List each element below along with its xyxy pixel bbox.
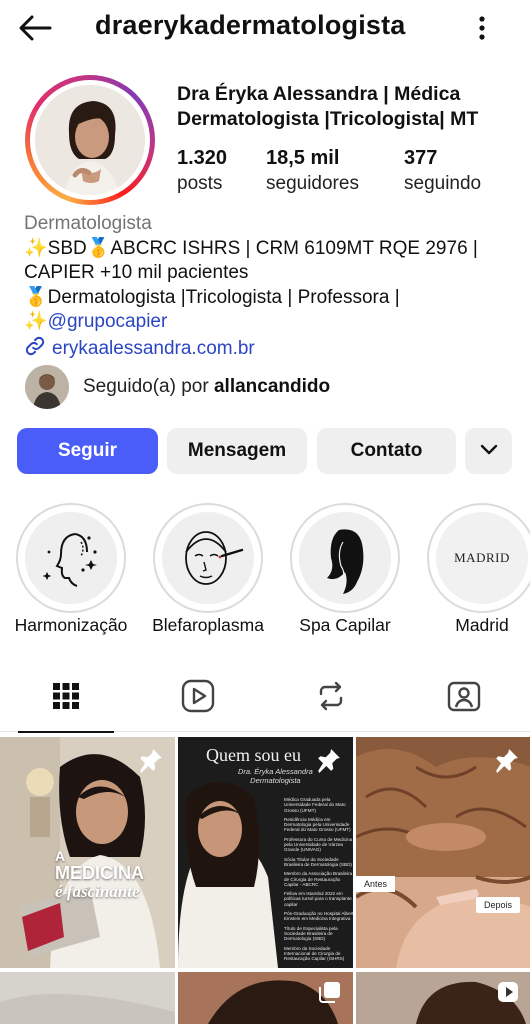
- post-title: Quem sou eu: [206, 745, 301, 765]
- spa-capilar-cover-icon: [299, 512, 391, 604]
- blefaroplasma-cover-icon: [162, 512, 254, 604]
- post-overlay-text: A MEDICINA é fascinante: [55, 849, 165, 901]
- tab-tagged[interactable]: [398, 664, 530, 732]
- stat-following-value: 377: [404, 147, 438, 169]
- highlight-label: Madrid: [455, 615, 509, 635]
- stat-followers[interactable]: 18,5 mil seguidores: [266, 146, 359, 198]
- tagged-person-icon: [447, 679, 481, 718]
- post-subtitle-line2: Dermatologista: [250, 776, 301, 785]
- list-item: Membro da Sociedade Internacional de Cir…: [284, 945, 345, 962]
- post-thumbnail[interactable]: [178, 972, 353, 1024]
- post-thumbnail[interactable]: [356, 972, 530, 1024]
- profile-full-name: Dra Éryka Alessandra | Médica Dermatolog…: [177, 82, 522, 132]
- list-item: Residência Médica em Dermatologia pela U…: [284, 816, 351, 833]
- message-button[interactable]: Mensagem: [167, 428, 307, 474]
- sparkle-emoji: ✨: [24, 311, 48, 332]
- reel-icon: [496, 980, 520, 1009]
- profile-avatar-story-ring[interactable]: [25, 75, 155, 205]
- profile-bio: Dermatologista ✨SBD🥇ABCRC ISHRS | CRM 61…: [24, 212, 519, 364]
- highlight-label: Blefaroplasma: [152, 615, 264, 635]
- harmonizacao-cover-icon: [25, 512, 117, 604]
- tab-reels[interactable]: [132, 664, 264, 732]
- stat-followers-value: 18,5 mil: [266, 147, 340, 169]
- full-name-line1: Dra Éryka Alessandra | Médica: [177, 83, 461, 105]
- highlight-harmonizacao[interactable]: Harmonização: [15, 503, 127, 635]
- list-item: Fellow em Istambul 2022 em políticas tur…: [284, 891, 352, 907]
- pin-icon: [494, 747, 520, 778]
- followed-by-name: allancandido: [213, 376, 331, 397]
- follow-button[interactable]: Seguir: [17, 428, 158, 474]
- top-bar: draerykadermatologista: [0, 0, 530, 58]
- post-subtitle-line1: Dra. Éryka Alessandra: [238, 767, 313, 776]
- carousel-icon: [318, 980, 342, 1009]
- chevron-down-icon: [480, 440, 498, 462]
- link-icon: [24, 335, 46, 365]
- post-subtitle: Dra. Éryka Alessandra Dermatologista: [238, 767, 313, 785]
- grid-icon: [52, 682, 80, 715]
- profile-tabs: [0, 664, 530, 733]
- highlight-madrid[interactable]: MADRID Madrid: [427, 503, 530, 635]
- bio-line-2: CAPIER +10 mil pacientes: [24, 262, 249, 283]
- bio-line-3: 🥇Dermatologista |Tricologista | Professo…: [24, 286, 400, 308]
- post-thumbnail[interactable]: Antes Depois: [356, 737, 530, 968]
- followed-by-prefix: Seguido(a) por: [83, 376, 214, 397]
- post-thumbnail[interactable]: A MEDICINA é fascinante: [0, 737, 175, 968]
- mention-link[interactable]: @grupocapier: [48, 311, 168, 332]
- stat-posts[interactable]: 1.320 posts: [177, 146, 227, 198]
- overlay-line-2: MEDICINA: [55, 863, 144, 883]
- bio-line-1: ✨SBD🥇ABCRC ISHRS | CRM 6109MT RQE 2976 |: [24, 237, 478, 259]
- highlight-blefaroplasma[interactable]: Blefaroplasma: [152, 503, 264, 635]
- tab-reposts[interactable]: [265, 664, 397, 732]
- list-item: Pós-Graduação no Hospital Albert Einstei…: [284, 911, 353, 922]
- profile-username: draerykadermatologista: [95, 10, 406, 40]
- pin-icon: [138, 747, 164, 778]
- overlay-line-1: A: [55, 848, 66, 864]
- highlight-label: Harmonização: [14, 615, 128, 635]
- followed-by-text: Seguido(a) por allancandido: [83, 376, 330, 398]
- after-label: Depois: [476, 897, 521, 913]
- madrid-cover: MADRID: [436, 512, 528, 604]
- stat-posts-label: posts: [177, 173, 223, 194]
- full-name-line2: Dermatologista |Tricologista| MT: [177, 108, 479, 130]
- contact-button[interactable]: Contato: [317, 428, 456, 474]
- more-options-icon[interactable]: [470, 12, 494, 44]
- stat-posts-value: 1.320: [177, 147, 228, 169]
- madrid-cover-text: MADRID: [454, 550, 510, 565]
- list-item: Membro da Associação Brasileira de Cirur…: [284, 871, 353, 887]
- stat-following[interactable]: 377 seguindo: [404, 146, 481, 198]
- highlight-label: Spa Capilar: [299, 615, 391, 635]
- profile-category: Dermatologista: [24, 213, 152, 234]
- website-url: erykaalessandra.com.br: [52, 338, 255, 359]
- suggestions-chevron-button[interactable]: [465, 428, 512, 474]
- followed-by[interactable]: Seguido(a) por allancandido: [25, 365, 330, 409]
- highlight-spa-capilar[interactable]: Spa Capilar: [290, 503, 400, 635]
- back-arrow-icon[interactable]: [16, 12, 56, 44]
- tab-posts-grid[interactable]: [0, 664, 132, 733]
- pin-icon: [316, 747, 342, 778]
- reels-play-icon: [181, 679, 215, 718]
- list-item: Médica Graduada pela Universidade Federa…: [284, 797, 346, 813]
- before-label: Antes: [356, 876, 396, 892]
- overlay-line-3: é fascinante: [55, 882, 140, 901]
- list-item: Título de Especialista pela Sociedade Br…: [284, 925, 338, 942]
- stat-followers-label: seguidores: [266, 173, 359, 194]
- post-thumbnail[interactable]: Quem sou eu Dra. Éryka Alessandra Dermat…: [178, 737, 353, 968]
- website-link[interactable]: erykaalessandra.com.br: [24, 335, 519, 365]
- bio-line-4: ✨@grupocapier: [24, 310, 519, 335]
- list-item: Sócia Titular da Sociedade Brasileira de…: [284, 856, 352, 867]
- follower-avatar: [25, 365, 69, 409]
- post-thumbnail[interactable]: [0, 972, 175, 1024]
- list-item: Professora do Curso de Medicina pela Uni…: [284, 836, 353, 853]
- avatar: [35, 85, 145, 195]
- post-bullet-list: Médica Graduada pela Universidade Federa…: [284, 797, 353, 961]
- repost-icon: [315, 680, 347, 717]
- stat-following-label: seguindo: [404, 173, 482, 194]
